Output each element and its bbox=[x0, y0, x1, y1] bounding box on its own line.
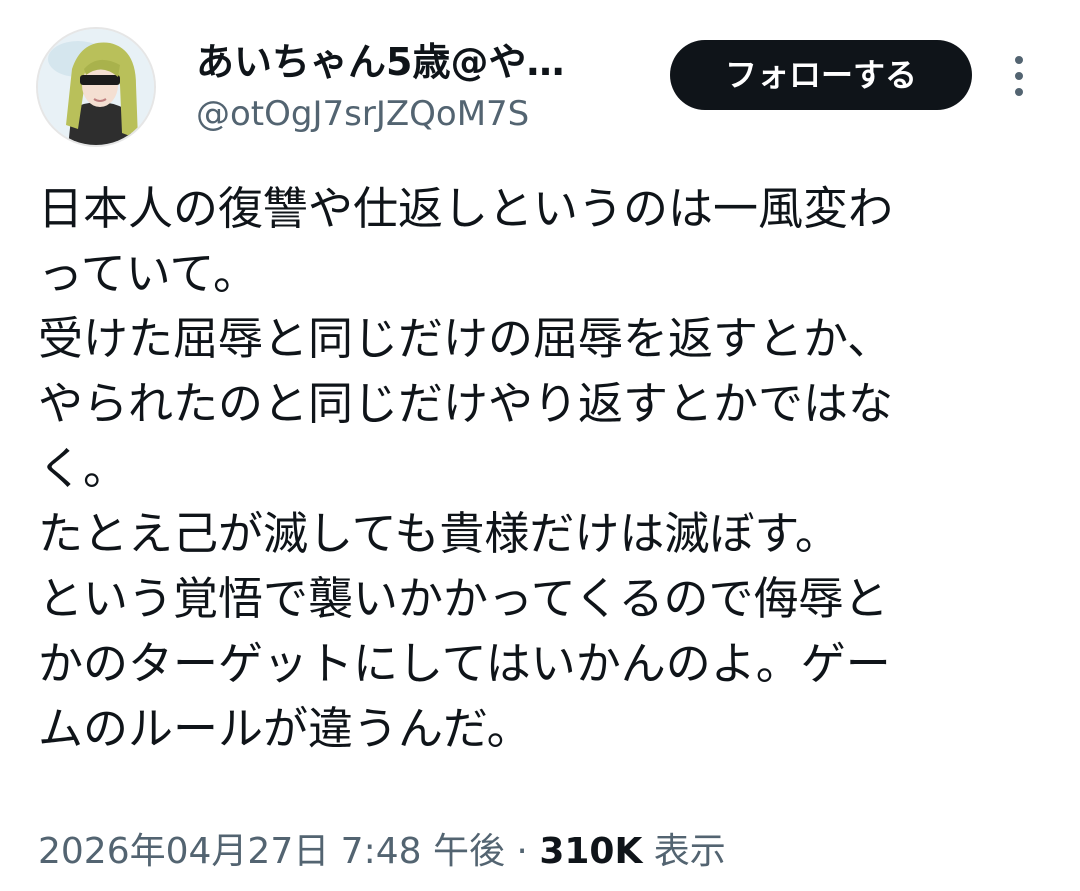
more-vertical-icon[interactable] bbox=[1002, 52, 1036, 100]
tweet-line: 受けた屈辱と同じだけの屈辱を返すとか、 bbox=[38, 312, 893, 365]
user-handle[interactable]: @otOgJ7srJZQoM7S bbox=[196, 92, 529, 136]
tweet-line: かのターゲットにしてはいかんのよ。ゲー bbox=[38, 637, 891, 690]
tweet-line: ムのルールが違うんだ。 bbox=[38, 702, 532, 755]
follow-button[interactable]: フォローする bbox=[670, 40, 972, 110]
views-label: 表示 bbox=[642, 831, 726, 872]
tweet-text: 日本人の復讐や仕返しというのは一風変わ っていて。 受けた屈辱と同じだけの屈辱を… bbox=[38, 176, 1048, 761]
tweet-meta: 2026年04月27日 7:48 午後 · 310K 表示 bbox=[38, 826, 726, 878]
meta-separator: · bbox=[504, 831, 540, 872]
display-name[interactable]: あいちゃん5歳@や… bbox=[196, 38, 564, 86]
tweet-line: やられたのと同じだけやり返すとかではな bbox=[38, 377, 894, 430]
tweet-line: たとえ己が滅しても貴様だけは滅ぼす。 bbox=[38, 507, 840, 560]
tweet-line: く。 bbox=[38, 442, 129, 495]
tweet-line: っていて。 bbox=[38, 247, 259, 300]
tweet-header: あいちゃん5歳@や… @otOgJ7srJZQoM7S フォローする bbox=[0, 0, 1080, 160]
timestamp[interactable]: 2026年04月27日 7:48 午後 bbox=[38, 831, 505, 872]
tweet-line: という覚悟で襲いかかってくるので侮辱と bbox=[38, 572, 889, 625]
views-count[interactable]: 310K bbox=[539, 831, 642, 872]
tweet-line: 日本人の復讐や仕返しというのは一風変わ bbox=[38, 182, 894, 235]
anime-character-avatar-icon bbox=[38, 29, 154, 145]
avatar[interactable] bbox=[36, 27, 156, 147]
